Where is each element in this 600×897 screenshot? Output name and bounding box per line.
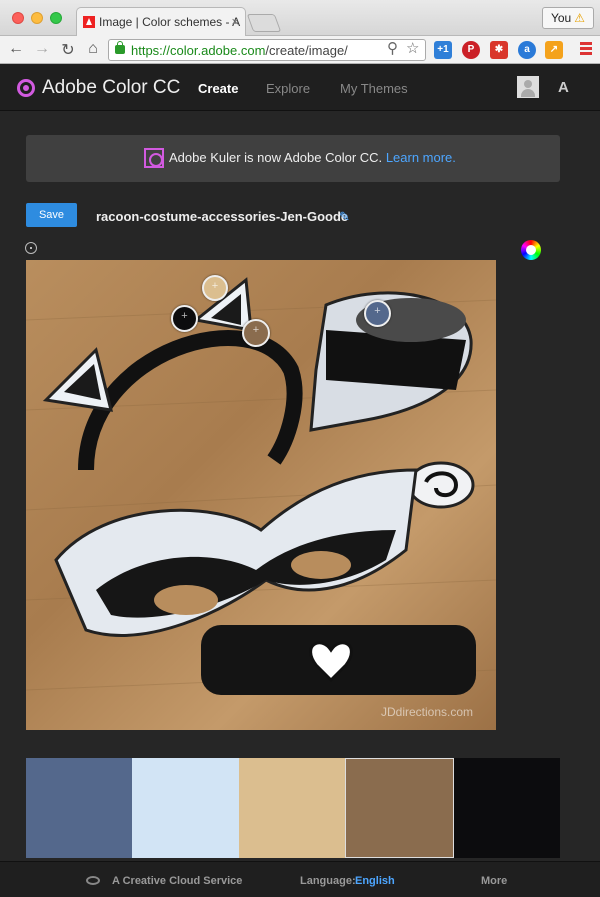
nav-my-themes[interactable]: My Themes <box>340 81 408 96</box>
new-tab-button[interactable] <box>246 14 282 32</box>
notice-message: Adobe Kuler is now Adobe Color CC. Learn… <box>169 150 456 165</box>
search-icon[interactable]: ⚲ <box>387 39 398 57</box>
notice-banner: Adobe Kuler is now Adobe Color CC. Learn… <box>26 135 560 182</box>
watermark-text: JDdirections.com <box>381 705 473 719</box>
color-picker-handle[interactable] <box>364 300 391 327</box>
swatch-4[interactable] <box>345 758 454 858</box>
swatch-5[interactable] <box>453 758 561 858</box>
url-path: /create/image/ <box>265 43 348 58</box>
google-plus-one-icon[interactable]: +1 <box>434 41 452 59</box>
swatch-3[interactable] <box>238 758 346 858</box>
tab-close-icon[interactable]: × <box>231 14 239 29</box>
window-close-button[interactable] <box>12 12 24 24</box>
nav-explore[interactable]: Explore <box>266 81 310 96</box>
more-link[interactable]: More <box>481 875 507 887</box>
window-minimize-button[interactable] <box>31 12 43 24</box>
back-arrow-icon[interactable]: ← <box>6 40 26 58</box>
save-button[interactable]: Save <box>26 203 77 227</box>
bookmark-star-icon[interactable]: ☆ <box>406 39 419 57</box>
tab-title: Image | Color schemes - A <box>99 15 241 29</box>
analytics-icon[interactable]: ↗ <box>545 41 563 59</box>
nav-create[interactable]: Create <box>198 81 238 96</box>
color-picker-handle[interactable] <box>242 319 270 347</box>
theme-name[interactable]: racoon-costume-accessories-Jen-Goode <box>96 209 348 224</box>
edit-pencil-icon[interactable]: ✎ <box>339 209 350 225</box>
forward-arrow-icon[interactable]: → <box>32 40 52 58</box>
swatch-2[interactable] <box>132 758 239 858</box>
hamburger-menu-icon[interactable] <box>580 42 592 57</box>
home-icon[interactable]: ⌂ <box>83 40 103 58</box>
window-zoom-button[interactable] <box>50 12 62 24</box>
creative-cloud-service-text: A Creative Cloud Service <box>112 875 243 887</box>
reload-icon[interactable]: ↻ <box>58 40 78 60</box>
app-header: Adobe Color CC Create Explore My Themes <box>0 64 600 111</box>
pinterest-icon[interactable]: P <box>462 41 480 59</box>
app-title[interactable]: Adobe Color CC <box>42 77 180 99</box>
color-picker-handle[interactable] <box>202 275 228 301</box>
kuler-icon <box>144 148 164 168</box>
url-host: https://color.adobe.com <box>131 43 266 58</box>
extension-badge-icon[interactable]: ✱ <box>490 41 508 59</box>
adobe-color-logo-icon[interactable] <box>17 79 35 97</box>
color-swatches <box>26 758 561 858</box>
swatch-1[interactable] <box>26 758 133 858</box>
color-wheel-icon[interactable] <box>521 240 541 260</box>
creative-cloud-icon <box>86 876 100 885</box>
profile-button[interactable]: You ⚠ <box>541 7 594 29</box>
browser-tab[interactable]: Image | Color schemes - A × <box>76 7 246 36</box>
history-icon[interactable] <box>25 242 37 254</box>
learn-more-link[interactable]: Learn more. <box>386 150 456 165</box>
lock-icon <box>115 41 125 54</box>
color-picker-handle[interactable] <box>171 305 198 332</box>
warning-icon: ⚠ <box>574 11 585 25</box>
user-avatar-icon[interactable] <box>517 76 539 98</box>
adobe-logo-icon[interactable]: A <box>558 79 569 96</box>
language-selector[interactable]: English <box>355 875 395 887</box>
profile-label: You <box>550 11 572 25</box>
browser-titlebar: Image | Color schemes - A × You ⚠ <box>0 0 600 36</box>
browser-toolbar: ← → ↻ ⌂ https://color.adobe.com/create/i… <box>0 36 600 64</box>
language-label: Language: <box>300 875 356 887</box>
source-image[interactable]: JDdirections.com <box>26 260 496 730</box>
adobe-favicon-icon <box>83 16 95 28</box>
address-bar[interactable]: https://color.adobe.com/create/image/ <box>108 39 426 61</box>
notice-text: Adobe Kuler is now Adobe Color CC. <box>169 150 383 165</box>
accessibility-icon[interactable]: a <box>518 41 536 59</box>
footer: A Creative Cloud Service Language: Engli… <box>0 861 600 897</box>
